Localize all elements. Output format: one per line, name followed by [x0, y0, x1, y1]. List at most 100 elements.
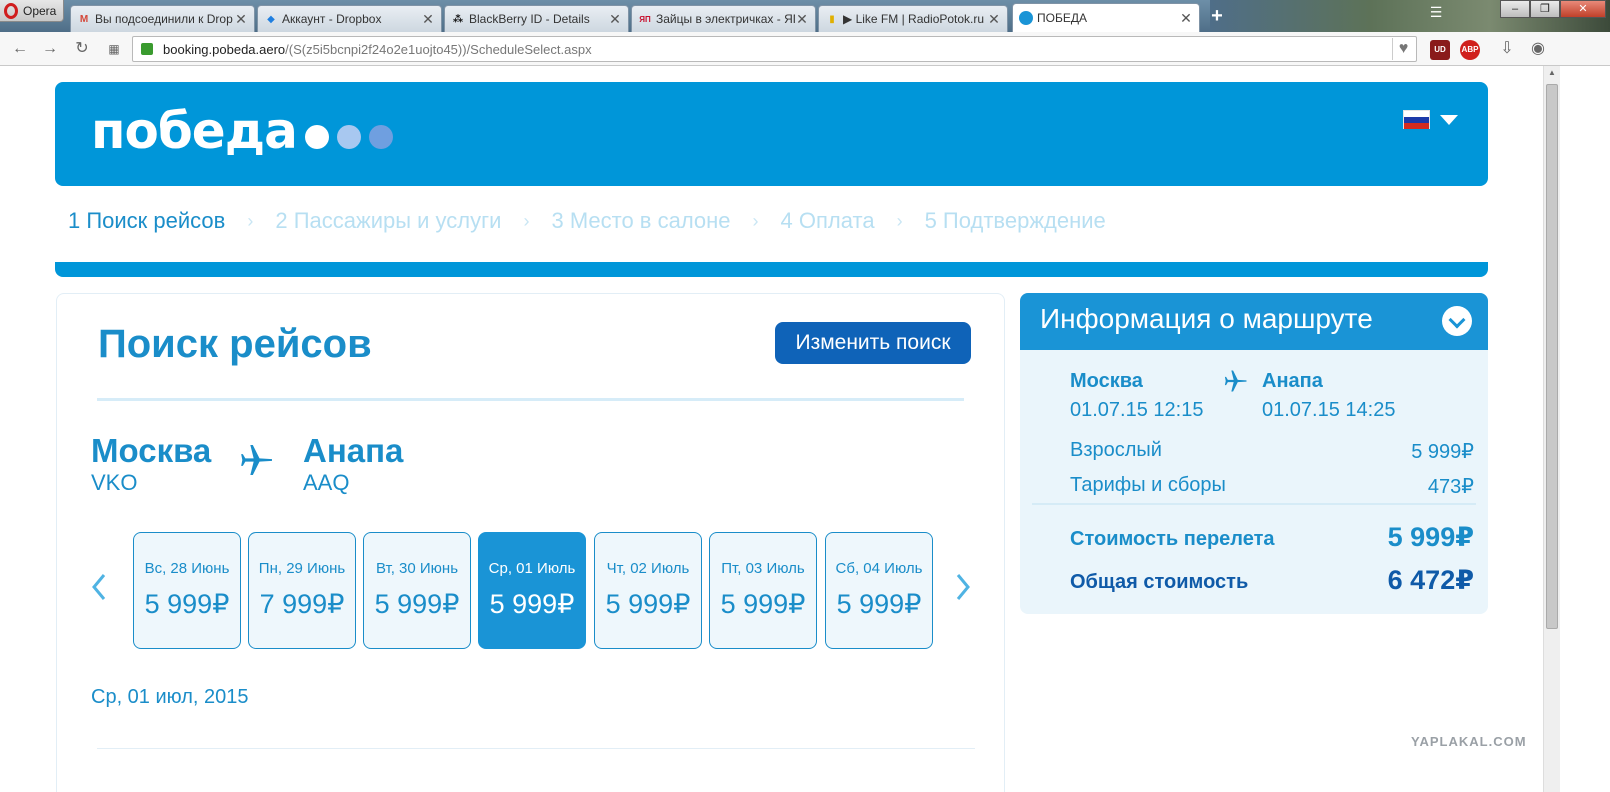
date-selector: Вс, 28 Июнь 5 999₽ Пн, 29 Июнь 7 999₽ Вт…	[91, 532, 971, 650]
day-option[interactable]: Сб, 04 Июль 5 999₽	[825, 532, 933, 649]
speed-dial-icon[interactable]: ▦	[104, 39, 124, 59]
steps-progress-bar	[55, 262, 1488, 277]
address-bar: ← → ↻ ▦ booking.pobeda.aero /(S(z5i5bcnp…	[0, 32, 1610, 66]
browser-tab[interactable]: ЯП Зайцы в электричках - ЯП ✕	[631, 5, 816, 32]
route-info-panel: Информация о маршруте Москва 01.07.15 12…	[1020, 293, 1488, 614]
origin-city: Москва	[91, 432, 212, 469]
day-label: Вт, 30 Июнь	[375, 560, 459, 577]
logo-text: победа	[91, 102, 298, 160]
booking-steps: 1 Поиск рейсов › 2 Пассажиры и услуги › …	[68, 208, 1106, 234]
day-price: 5 999₽	[605, 589, 691, 619]
page-scrollbar[interactable]: ▲	[1543, 66, 1560, 792]
bookmark-heart-icon[interactable]: ♥	[1392, 38, 1414, 60]
tab-label: BlackBerry ID - Details	[469, 12, 590, 26]
tab-label: ▶ Like FM | RadioPotok.ru	[843, 12, 985, 26]
origin-code: VKO	[91, 470, 138, 495]
info-arrival-time: 01.07.15 14:25	[1262, 399, 1396, 421]
day-price: 5 999₽	[374, 589, 460, 619]
tab-close-icon[interactable]: ✕	[234, 11, 248, 28]
flight-cost-label: Стоимость перелета	[1070, 528, 1275, 550]
day-option-selected[interactable]: Ср, 01 Июль 5 999₽	[478, 532, 586, 649]
chevron-down-icon[interactable]	[1442, 306, 1472, 336]
day-label: Пн, 29 Июнь	[258, 560, 346, 577]
ublock-icon[interactable]: UD	[1430, 40, 1450, 60]
browser-tab[interactable]: ◆ Аккаунт - Dropbox ✕	[257, 5, 442, 32]
minimize-icon[interactable]: –	[1500, 0, 1530, 18]
pobeda-icon	[1019, 11, 1033, 25]
scrollbar-thumb[interactable]	[1546, 84, 1558, 629]
day-option[interactable]: Чт, 02 Июль 5 999₽	[594, 532, 702, 649]
browser-tab[interactable]: ⁂ BlackBerry ID - Details ✕	[444, 5, 629, 32]
yap-icon: ЯП	[639, 14, 651, 24]
destination-city: Анапа	[303, 432, 404, 469]
chevron-right-icon[interactable]	[955, 572, 971, 602]
forward-icon[interactable]: →	[40, 39, 60, 59]
window-close-icon[interactable]: ✕	[1560, 0, 1606, 18]
adult-fare-label: Взрослый	[1070, 439, 1162, 461]
step-search[interactable]: 1 Поиск рейсов	[68, 208, 225, 234]
adblock-plus-icon[interactable]: ABP	[1460, 40, 1480, 60]
destination-code: AAQ	[303, 470, 350, 495]
divider	[97, 398, 964, 401]
chevron-right-icon: ›	[247, 210, 254, 231]
logo-dot-icon	[336, 125, 361, 149]
plane-icon	[241, 445, 272, 475]
page-title: Поиск рейсов	[98, 322, 372, 366]
info-destination-city: Анапа	[1262, 370, 1323, 392]
account-icon[interactable]: ◉	[1528, 39, 1548, 59]
language-selector[interactable]	[1403, 110, 1458, 129]
day-label: Вс, 28 Июнь	[144, 560, 230, 577]
tab-close-icon[interactable]: ✕	[421, 11, 435, 28]
tab-menu-icon[interactable]: ☰	[1425, 4, 1447, 26]
gmail-icon: M	[79, 13, 89, 25]
day-price: 5 999₽	[144, 589, 230, 619]
day-price: 5 999₽	[720, 589, 806, 619]
window-controls: – ❐ ✕	[1500, 0, 1606, 18]
browser-tab-active[interactable]: ПОБЕДА ✕	[1012, 3, 1200, 32]
tab-close-icon[interactable]: ✕	[608, 11, 622, 28]
tab-close-icon[interactable]: ✕	[1179, 10, 1193, 27]
browser-tab[interactable]: M Вы подсоединили к Drop ✕	[70, 5, 255, 32]
opera-menu-button[interactable]: Opera	[0, 0, 64, 22]
chevron-left-icon[interactable]	[91, 572, 107, 602]
reload-icon[interactable]: ↻	[72, 39, 92, 59]
maximize-icon[interactable]: ❐	[1530, 0, 1560, 18]
flight-search-panel: Поиск рейсов Изменить поиск Москва VKO А…	[56, 293, 1005, 792]
selected-date: Ср, 01 июл, 2015	[91, 686, 249, 708]
opera-menu-label: Opera	[23, 3, 57, 18]
pobeda-logo[interactable]: победа	[91, 102, 393, 160]
chevron-right-icon: ›	[896, 210, 903, 231]
url-field[interactable]: booking.pobeda.aero /(S(z5i5bcnpi2f24o2e…	[132, 36, 1417, 62]
day-option[interactable]: Вт, 30 Июнь 5 999₽	[363, 532, 471, 649]
tab-label: Аккаунт - Dropbox	[282, 12, 382, 26]
opera-logo-icon	[4, 2, 18, 19]
tab-label: Вы подсоединили к Drop	[95, 12, 233, 26]
day-label: Ср, 01 Июль	[488, 560, 576, 577]
day-label: Сб, 04 Июль	[835, 560, 923, 577]
url-host: booking.pobeda.aero	[163, 41, 286, 57]
browser-tab[interactable]: ▮ ▶ Like FM | RadioPotok.ru ✕	[818, 5, 1008, 32]
scroll-up-icon[interactable]: ▲	[1544, 68, 1560, 82]
day-label: Чт, 02 Июль	[606, 560, 690, 577]
logo-dot-icon	[368, 125, 393, 149]
total-cost-value: 6 472₽	[1387, 565, 1474, 595]
step-confirmation: 5 Подтверждение	[924, 208, 1106, 233]
tab-close-icon[interactable]: ✕	[795, 11, 809, 28]
tab-label: ПОБЕДА	[1037, 11, 1087, 25]
url-path: /(S(z5i5bcnpi2f24o2e1uojto45))/ScheduleS…	[285, 41, 592, 57]
download-icon[interactable]: ⇩	[1497, 39, 1517, 59]
change-search-button[interactable]: Изменить поиск	[775, 322, 971, 364]
day-option[interactable]: Пт, 03 Июль 5 999₽	[709, 532, 817, 649]
flight-cost-value: 5 999₽	[1387, 522, 1474, 552]
fees-label: Тарифы и сборы	[1070, 474, 1226, 496]
day-label: Пт, 03 Июль	[721, 560, 805, 577]
new-tab-icon[interactable]: +	[1207, 6, 1227, 26]
tab-label: Зайцы в электричках - ЯП	[656, 12, 795, 26]
day-price: 5 999₽	[489, 589, 575, 619]
secure-lock-icon	[141, 43, 153, 55]
day-option[interactable]: Вс, 28 Июнь 5 999₽	[133, 532, 241, 649]
back-icon[interactable]: ←	[10, 39, 30, 59]
route-info-header[interactable]: Информация о маршруте	[1020, 293, 1488, 350]
tab-close-icon[interactable]: ✕	[987, 11, 1001, 28]
day-option[interactable]: Пн, 29 Июнь 7 999₽	[248, 532, 356, 649]
